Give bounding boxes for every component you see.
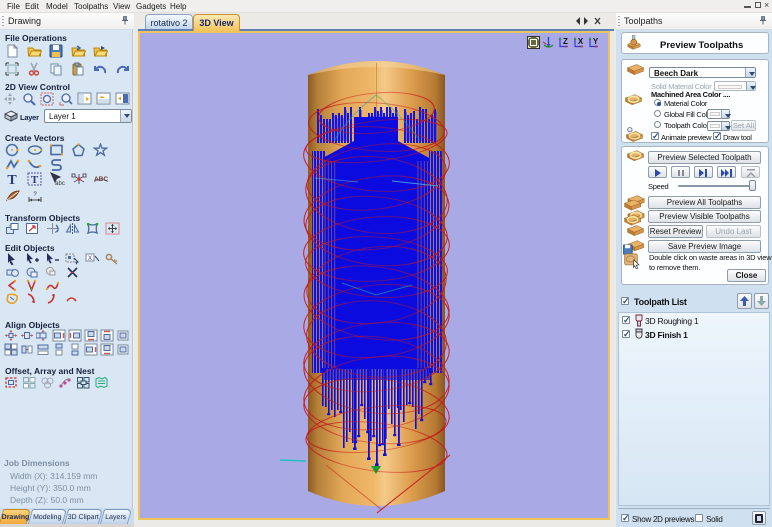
svg-text:?: ? xyxy=(33,192,37,198)
svg-text:abc: abc xyxy=(55,181,65,186)
svg-text:Y: Y xyxy=(593,37,599,46)
svg-text:X: X xyxy=(88,256,92,262)
svg-text:T: T xyxy=(31,174,39,186)
svg-text:Z: Z xyxy=(563,37,568,46)
svg-text:X: X xyxy=(578,37,584,46)
svg-text:ABC: ABC xyxy=(94,176,108,183)
svg-text:T: T xyxy=(7,173,17,186)
